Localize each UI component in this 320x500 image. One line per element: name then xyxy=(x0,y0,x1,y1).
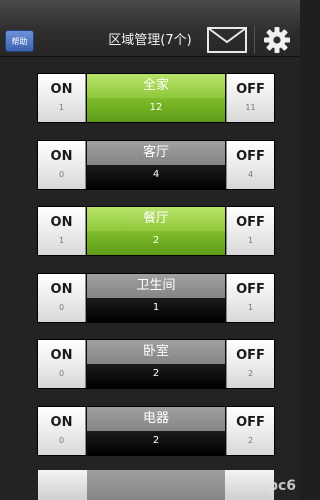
help-button[interactable]: 帮助 xyxy=(5,30,34,52)
off-label: OFF xyxy=(236,348,265,363)
zone-device-total: 2 xyxy=(152,435,160,446)
on-button[interactable]: ON 1 xyxy=(38,207,86,255)
zone-row: ON 0 电器 2 OFF 2 xyxy=(38,407,274,455)
off-label: OFF xyxy=(236,215,265,230)
zone-row: ON 1 餐厅 2 OFF 1 xyxy=(38,207,274,255)
zone-name: 电器 xyxy=(142,411,169,426)
app-screen: 帮助 区域管理(7个) ON 1 全家 12 OFF 11 ON 0 客厅 4 … xyxy=(0,0,300,500)
on-count: 0 xyxy=(58,170,65,179)
off-count: 11 xyxy=(245,103,256,112)
zone-name: 客厅 xyxy=(142,145,169,160)
on-label: ON xyxy=(50,82,73,97)
zone-row: ON 0 卫生间 1 OFF 1 xyxy=(38,274,274,322)
on-label: ON xyxy=(50,215,73,230)
off-button[interactable]: OFF 2 xyxy=(226,407,274,455)
on-count: 0 xyxy=(58,303,65,312)
page-title: 区域管理(7个) xyxy=(108,33,192,48)
off-count: 2 xyxy=(247,369,254,378)
on-count: 1 xyxy=(58,103,65,112)
zone-button[interactable]: 电器 2 xyxy=(87,407,225,455)
zone-name: 全家 xyxy=(142,78,169,93)
on-button[interactable]: ON 0 xyxy=(38,407,86,455)
zone-row: ON 0 卧室 2 OFF 2 xyxy=(38,340,274,388)
off-count: 1 xyxy=(247,303,254,312)
off-label: OFF xyxy=(236,282,265,297)
toolbar-divider xyxy=(254,26,255,54)
zone-name: 卧室 xyxy=(142,344,169,359)
on-button[interactable]: ON 0 xyxy=(38,274,86,322)
gear-icon[interactable] xyxy=(263,26,291,54)
zone-device-total: 2 xyxy=(152,235,160,246)
zone-device-total: 2 xyxy=(152,368,160,379)
zone-row: ON 0 客厅 4 OFF 4 xyxy=(38,141,274,189)
off-label: OFF xyxy=(236,82,265,97)
off-button[interactable]: OFF 1 xyxy=(226,207,274,255)
on-label: ON xyxy=(50,348,73,363)
zone-button[interactable]: 卧室 2 xyxy=(87,340,225,388)
off-count: 1 xyxy=(247,236,254,245)
zone-button[interactable]: 卫生间 1 xyxy=(87,274,225,322)
zone-device-total: 12 xyxy=(149,102,163,113)
watermark: pc6 xyxy=(267,478,296,494)
off-label: OFF xyxy=(236,415,265,430)
on-button[interactable]: ON 1 xyxy=(38,74,86,122)
zone-device-total: 1 xyxy=(152,302,160,313)
off-button[interactable]: OFF 4 xyxy=(226,141,274,189)
zone-name: 餐厅 xyxy=(142,211,169,226)
on-button[interactable]: ON 0 xyxy=(38,340,86,388)
on-button[interactable]: ON 0 xyxy=(38,141,86,189)
mail-icon[interactable] xyxy=(207,27,247,53)
zone-button[interactable]: 客厅 4 xyxy=(87,141,225,189)
zone-button[interactable]: 全家 12 xyxy=(87,74,225,122)
off-label: OFF xyxy=(236,149,265,164)
off-button[interactable]: OFF 2 xyxy=(226,340,274,388)
on-label: ON xyxy=(50,149,73,164)
on-label: ON xyxy=(50,415,73,430)
off-button[interactable]: OFF 11 xyxy=(226,74,274,122)
zone-row-partial-middle xyxy=(87,470,225,500)
off-count: 4 xyxy=(247,170,254,179)
zone-row: ON 1 全家 12 OFF 11 xyxy=(38,74,274,122)
on-count: 0 xyxy=(58,369,65,378)
zone-button[interactable]: 餐厅 2 xyxy=(87,207,225,255)
zone-device-total: 4 xyxy=(152,169,160,180)
top-bar: 帮助 区域管理(7个) xyxy=(0,0,300,57)
on-count: 0 xyxy=(58,436,65,445)
off-button[interactable]: OFF 1 xyxy=(226,274,274,322)
zone-name: 卫生间 xyxy=(136,278,176,293)
off-count: 2 xyxy=(247,436,254,445)
on-label: ON xyxy=(50,282,73,297)
on-count: 1 xyxy=(58,236,65,245)
